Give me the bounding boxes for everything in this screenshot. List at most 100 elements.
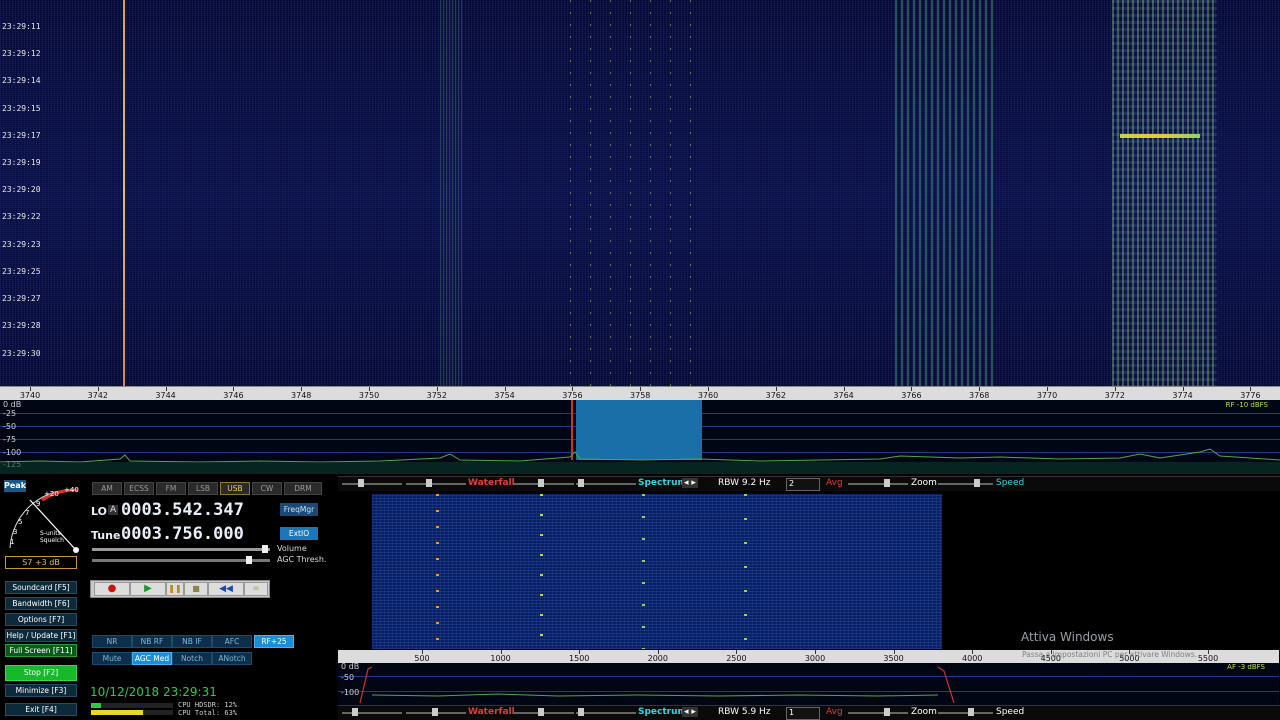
tune-frequency[interactable]: 0003.756.000: [121, 524, 244, 544]
signal-band: [1112, 0, 1217, 386]
extio-button[interactable]: ExtIO: [280, 527, 318, 540]
lo-frequency[interactable]: 0003.542.347: [121, 500, 244, 520]
scale-label: 3758: [630, 391, 651, 400]
rbw-stepper-audio[interactable]: ◂ ▸: [682, 707, 698, 717]
waterfall-time-label: 23:29:17: [2, 131, 41, 140]
audio-spectrum[interactable]: 0 dB -50 -100 AF -3 dBFS Passa a Imposta…: [338, 650, 1279, 705]
exit-button[interactable]: Exit [F4]: [5, 703, 77, 716]
scale-label: 3756: [562, 391, 583, 400]
anotch-button[interactable]: ANotch: [212, 652, 252, 665]
lo-label: LO: [91, 505, 107, 518]
avg-select[interactable]: 2: [786, 478, 820, 491]
cpu-total-bar: [91, 710, 173, 715]
signal-band: [895, 0, 995, 386]
volume-label: Volume: [277, 544, 307, 553]
audio-trace: [744, 494, 747, 649]
loop-icon[interactable]: ∞: [244, 582, 268, 596]
minimize-button[interactable]: Minimize [F3]: [5, 684, 77, 697]
help-update-button[interactable]: Help / Update [F1]: [5, 629, 77, 642]
pause-icon[interactable]: ❚❚: [166, 582, 184, 596]
main-waterfall[interactable]: 23:29:11 23:29:12 23:29:14 23:29:15 23:29:17…: [0, 0, 1280, 386]
fullscreen-button[interactable]: Full Screen [F11]: [5, 644, 77, 657]
agc-thresh-slider[interactable]: [92, 559, 270, 562]
mute-button[interactable]: Mute: [92, 652, 132, 665]
mode-am[interactable]: AM: [92, 482, 122, 495]
mode-lsb[interactable]: LSB: [188, 482, 218, 495]
mode-ecss[interactable]: ECSS: [124, 482, 154, 495]
waterfall-time-label: 23:29:11: [2, 22, 41, 31]
volume-slider[interactable]: [92, 548, 270, 551]
bandwidth-button[interactable]: Bandwidth [F6]: [5, 597, 77, 610]
smeter-s7: 7: [25, 509, 30, 517]
rf-level-label: RF -10 dBFS: [1225, 401, 1268, 409]
nb-if-button[interactable]: NB IF: [172, 635, 212, 648]
scale-label: 3740: [19, 391, 41, 400]
waterfall-control-strip: Waterfall Spectrum ◂ ▸ RBW 9.2 Hz 2 Avg …: [338, 476, 1280, 491]
notch-button[interactable]: Notch: [172, 652, 212, 665]
agc-med-button[interactable]: AGC Med: [132, 652, 172, 665]
spectrum-label: Spectrum: [638, 478, 687, 488]
nb-rf-button[interactable]: NB RF: [132, 635, 172, 648]
avg-select-audio[interactable]: 1: [786, 707, 820, 720]
zoom-label: Zoom: [911, 478, 937, 488]
audio-spectrum-trace: [359, 666, 955, 704]
spectrum-label-audio: Spectrum: [638, 707, 687, 717]
smeter-s3: 3: [13, 528, 18, 536]
mode-usb[interactable]: USB: [220, 482, 250, 495]
stop-button[interactable]: Stop [F2]: [5, 665, 77, 681]
avg-label-audio: Avg: [826, 707, 843, 717]
lo-a-button[interactable]: A: [108, 505, 119, 515]
waterfall-time-label: 23:29:14: [2, 76, 41, 85]
avg-label: Avg: [826, 478, 843, 488]
db-label: 0 dB: [3, 400, 22, 409]
control-panel: Peak +20 +40 9 7 5 3 1 S-units Squelch S…: [0, 476, 336, 720]
mode-cw[interactable]: CW: [252, 482, 282, 495]
audio-trace: [642, 494, 645, 649]
options-button[interactable]: Options [F7]: [5, 613, 77, 626]
soundcard-button[interactable]: Soundcard [F5]: [5, 581, 77, 594]
scale-label: 3500: [883, 654, 904, 663]
rewind-icon[interactable]: ◀◀: [208, 582, 244, 596]
scale-label: 3766: [901, 391, 922, 400]
agc-thresh-knob[interactable]: [246, 556, 252, 564]
tune-label: Tune: [91, 529, 121, 542]
smeter-units: S-units: [40, 530, 61, 537]
play-icon[interactable]: ▶: [130, 582, 166, 596]
speed-label: Speed: [996, 478, 1025, 488]
smeter-plus40: +40: [64, 486, 79, 494]
freqmgr-button[interactable]: FreqMgr: [280, 503, 318, 516]
scale-label: 1500: [569, 654, 590, 663]
scale-label: 3772: [1104, 391, 1125, 400]
volume-knob[interactable]: [262, 545, 268, 553]
signal-band: [570, 0, 700, 386]
scale-label: 3776: [1240, 391, 1261, 400]
scale-label: 2000: [647, 654, 668, 663]
smeter-reading: S7 +3 dB: [5, 556, 77, 569]
scale-label: 3744: [155, 391, 176, 400]
spectrum-trace: [0, 448, 1280, 474]
nr-button[interactable]: NR: [92, 635, 132, 648]
datetime: 10/12/2018 23:29:31: [90, 685, 217, 699]
spectrum-display[interactable]: 0 dB -25 -50 -75 -100 -125 RF -10 dBFS: [0, 400, 1280, 474]
frequency-scale[interactable]: 3740 3742 3744 3746 3748 3750 3752 3754 3756 3758…: [0, 386, 1280, 401]
rbw-stepper[interactable]: ◂ ▸: [682, 478, 698, 488]
audio-waterfall[interactable]: Attiva Windows: [338, 492, 1279, 649]
scale-label: 3768: [969, 391, 990, 400]
scale-label: 500: [414, 654, 430, 663]
audio-control-strip: Waterfall Spectrum ◂ ▸ RBW 5.9 Hz 1 Avg …: [338, 705, 1280, 720]
waterfall-time-label: 23:29:15: [2, 104, 41, 113]
record-icon[interactable]: ●: [94, 582, 130, 596]
mode-drm[interactable]: DRM: [284, 482, 322, 495]
db-label: -50: [3, 422, 17, 431]
smeter-plus20: +20: [44, 490, 59, 498]
scale-label: 3752: [426, 391, 447, 400]
waterfall-time-label: 23:29:20: [2, 185, 41, 194]
rf25-button[interactable]: RF+25: [254, 635, 294, 648]
afc-button[interactable]: AFC: [212, 635, 252, 648]
smeter-s9: 9: [36, 500, 41, 508]
audio-trace: [540, 494, 543, 649]
mode-fm[interactable]: FM: [156, 482, 186, 495]
scale-label: 3742: [87, 391, 108, 400]
cpu-total-label: CPU Total: 63%: [178, 709, 238, 717]
stop-icon[interactable]: ■: [184, 582, 208, 596]
